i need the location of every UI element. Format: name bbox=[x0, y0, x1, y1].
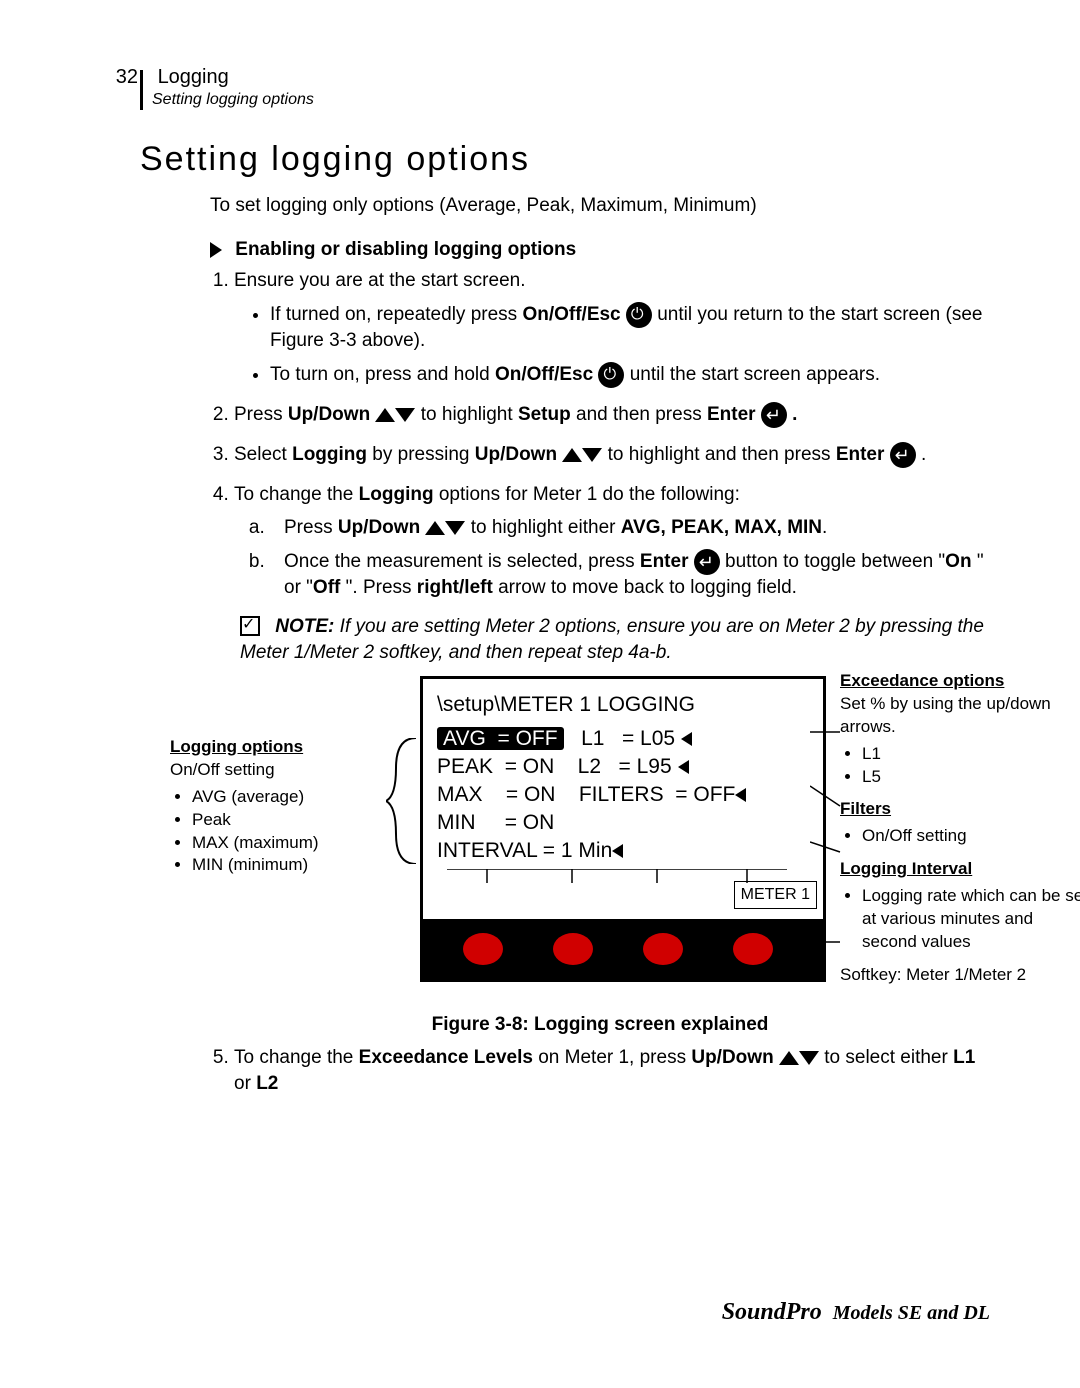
step-3: Select Logging by pressing Up/Down to hi… bbox=[234, 442, 990, 468]
step-5: To change the Exceedance Levels on Meter… bbox=[234, 1045, 990, 1096]
brace-icon bbox=[386, 738, 422, 864]
up-arrow-icon bbox=[425, 521, 445, 535]
step-4b: Once the measurement is selected, press … bbox=[270, 549, 990, 601]
bullet-arrow-icon bbox=[210, 242, 222, 258]
device-screen: \setup\METER 1 LOGGING AVG = OFF L1 = L0… bbox=[420, 676, 826, 982]
step-2: Press Up/Down to highlight Setup and the… bbox=[234, 402, 990, 428]
softkey-caption: Softkey: Meter 1/Meter 2 bbox=[840, 964, 1080, 987]
page-number: 32 bbox=[90, 66, 138, 89]
softkey-button[interactable] bbox=[553, 933, 593, 965]
down-arrow-icon bbox=[799, 1051, 819, 1065]
checkbox-icon bbox=[240, 616, 260, 636]
figure-caption: Figure 3-8: Logging screen explained bbox=[210, 1012, 990, 1038]
enter-icon bbox=[890, 442, 916, 468]
up-arrow-icon bbox=[375, 408, 395, 422]
up-arrow-icon bbox=[562, 448, 582, 462]
pointer-left-icon bbox=[612, 844, 623, 858]
step-1: Ensure you are at the start screen. If t… bbox=[234, 268, 990, 387]
header-divider bbox=[140, 70, 143, 110]
down-arrow-icon bbox=[395, 408, 415, 422]
down-arrow-icon bbox=[445, 521, 465, 535]
step-4a: Press Up/Down to highlight either AVG, P… bbox=[270, 515, 990, 541]
softkey-button[interactable] bbox=[643, 933, 683, 965]
pointer-left-icon bbox=[681, 732, 692, 746]
step-1a: If turned on, repeatedly press On/Off/Es… bbox=[270, 302, 990, 354]
up-arrow-icon bbox=[779, 1051, 799, 1065]
screen-path: \setup\METER 1 LOGGING bbox=[437, 691, 695, 719]
step-4: To change the Logging options for Meter … bbox=[234, 482, 990, 601]
note: NOTE: If you are setting Meter 2 options… bbox=[240, 614, 990, 665]
callout-exceedance: Exceedance options Set % by using the up… bbox=[840, 670, 1080, 987]
brand-logo: SoundPro bbox=[722, 1299, 822, 1325]
page-header: 32 Logging Setting logging options bbox=[90, 66, 314, 109]
page-footer: SoundPro Models SE and DL bbox=[722, 1299, 990, 1326]
power-icon bbox=[598, 362, 624, 388]
footer-text: Models SE and DL bbox=[833, 1302, 990, 1324]
figure-3-8: Logging options On/Off setting AVG (aver… bbox=[210, 676, 990, 1038]
softkey-button[interactable] bbox=[733, 933, 773, 965]
steps-list: Ensure you are at the start screen. If t… bbox=[232, 268, 990, 600]
down-arrow-icon bbox=[582, 448, 602, 462]
step-1b: To turn on, press and hold On/Off/Esc un… bbox=[270, 362, 990, 388]
pointer-left-icon bbox=[678, 760, 689, 774]
callout-connectors bbox=[810, 726, 850, 956]
callout-logging-options: Logging options On/Off setting AVG (aver… bbox=[170, 736, 400, 888]
note-label: NOTE: bbox=[275, 616, 334, 637]
enter-icon bbox=[761, 402, 787, 428]
step-1-text: Ensure you are at the start screen. bbox=[234, 270, 526, 291]
pointer-left-icon bbox=[735, 788, 746, 802]
section-subtitle: Setting logging options bbox=[152, 91, 314, 109]
enter-icon bbox=[694, 549, 720, 575]
softkey-button[interactable] bbox=[463, 933, 503, 965]
page-content: Setting logging options To set logging o… bbox=[140, 140, 990, 1111]
note-text: If you are setting Meter 2 options, ensu… bbox=[240, 616, 984, 663]
intro-text: To set logging only options (Average, Pe… bbox=[210, 193, 990, 219]
device-button-bar bbox=[423, 919, 823, 979]
enable-heading-text: Enabling or disabling logging options bbox=[235, 239, 576, 260]
steps-list-cont: To change the Exceedance Levels on Meter… bbox=[232, 1045, 990, 1096]
page-title: Setting logging options bbox=[140, 140, 990, 179]
meter-softkey-label: METER 1 bbox=[734, 881, 817, 909]
enable-heading: Enabling or disabling logging options bbox=[210, 237, 990, 263]
section-title: Logging bbox=[158, 66, 229, 88]
power-icon bbox=[626, 302, 652, 328]
